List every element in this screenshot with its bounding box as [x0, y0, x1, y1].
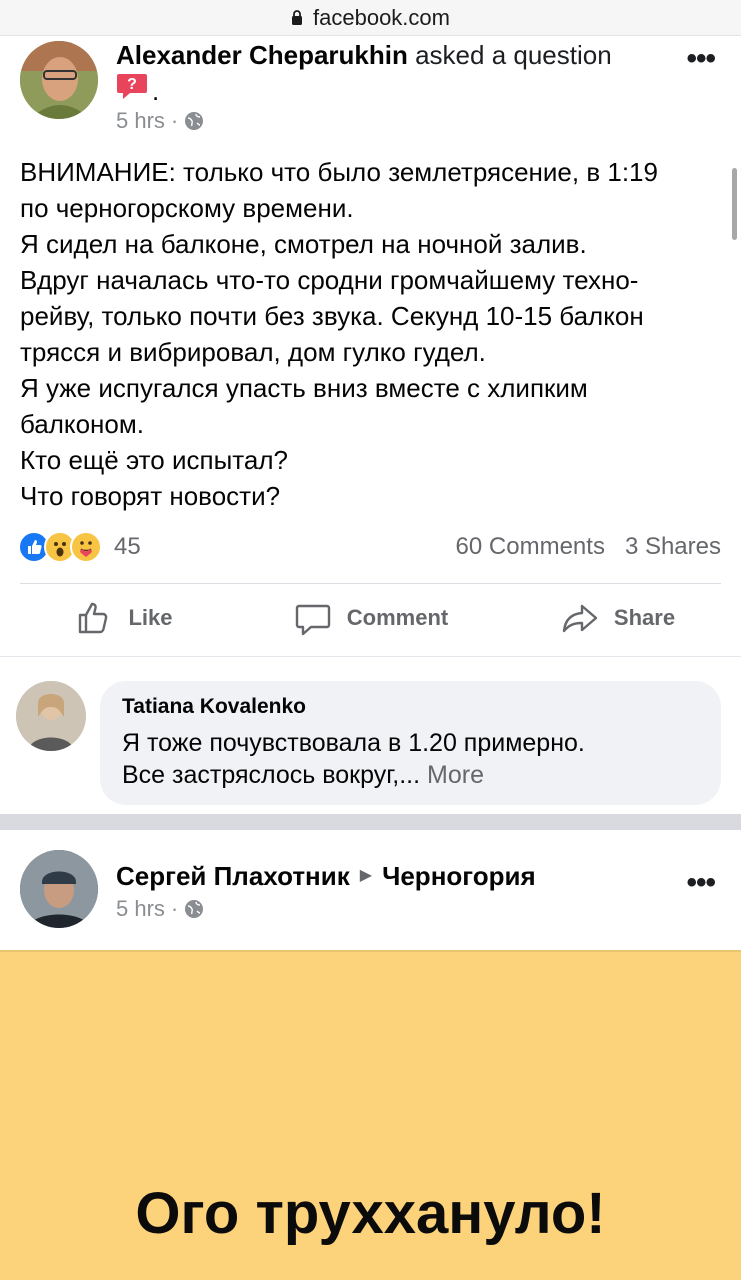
like-label: Like	[128, 605, 173, 630]
author-action: asked a question	[415, 40, 612, 70]
globe-icon	[185, 900, 204, 918]
post-card: Alexander Cheparukhin asked a question ?…	[0, 36, 741, 656]
header-punct: .	[152, 76, 160, 106]
question-icon: ?	[117, 74, 147, 99]
post-text-line: Что говорят новости?	[20, 481, 281, 511]
comment-text: Я тоже почувствовала в 1.20 примерно. Вс…	[122, 727, 699, 791]
more-options-icon[interactable]: •••	[686, 42, 715, 76]
background-post-text: Ого труххануло!	[135, 1181, 606, 1246]
scrollbar[interactable]	[732, 168, 737, 240]
like-button[interactable]: Like	[0, 592, 247, 644]
author-photo	[20, 41, 98, 119]
comment-label: Comment	[346, 605, 449, 630]
comment-icon	[295, 604, 330, 636]
post-text-line: Я сидел на балконе, смотрел на ночной за…	[20, 229, 587, 259]
post-card: Сергей Плахотник ▶ Черногория 5 hrs · ••…	[0, 830, 741, 1280]
post-text-line: ВНИМАНИЕ: только что было землетрясение,…	[20, 157, 658, 187]
share-icon	[562, 604, 598, 633]
divider	[20, 583, 721, 584]
author-name[interactable]: Сергей Плахотник	[116, 860, 350, 892]
post-meta: 5 hrs ·	[116, 896, 204, 922]
comment-button[interactable]: Comment	[247, 592, 494, 644]
care-reaction-icon	[70, 531, 102, 563]
comments-count[interactable]: 60 Comments	[456, 533, 605, 561]
comment-section: Tatiana Kovalenko Я тоже почувствовала в…	[0, 656, 741, 814]
group-name[interactable]: Черногория	[382, 860, 536, 892]
post-text: ВНИМАНИЕ: только что было землетрясение,…	[20, 154, 725, 514]
avatar[interactable]	[20, 850, 98, 928]
post-text-line: рейву, только почти без звука. Секунд 10…	[20, 301, 644, 331]
commenter-photo	[16, 681, 86, 751]
post-time[interactable]: 5 hrs	[116, 896, 165, 922]
feed-separator	[0, 814, 741, 830]
shares-count[interactable]: 3 Shares	[625, 533, 721, 561]
lock-icon	[292, 9, 303, 25]
url-bar[interactable]: facebook.com	[0, 0, 741, 36]
post-time[interactable]: 5 hrs	[116, 108, 165, 134]
commenter-name[interactable]: Tatiana Kovalenko	[122, 693, 699, 721]
svg-text:?: ?	[127, 76, 137, 93]
author-name[interactable]: Alexander Cheparukhin	[116, 40, 408, 70]
reaction-count: 45	[114, 533, 141, 560]
post-actions: Like Comment Share	[0, 592, 741, 644]
avatar[interactable]	[20, 41, 98, 119]
globe-icon	[185, 112, 204, 130]
comment-bubble[interactable]: Tatiana Kovalenko Я тоже почувствовала в…	[100, 681, 721, 805]
text-background-post[interactable]: Ого труххануло!	[0, 950, 741, 1280]
more-options-icon[interactable]: •••	[686, 866, 715, 900]
meta-separator: ·	[170, 108, 179, 133]
post-header: Alexander Cheparukhin asked a question	[116, 39, 612, 71]
share-button[interactable]: Share	[494, 592, 741, 644]
post-header: Сергей Плахотник ▶ Черногория	[116, 860, 536, 892]
meta-separator: ·	[170, 896, 179, 921]
reactions-summary[interactable]: 45	[18, 529, 141, 565]
url-text: facebook.com	[313, 4, 450, 30]
comment-line: Я тоже почувствовала в 1.20 примерно.	[122, 729, 585, 757]
post-text-line: по черногорскому времени.	[20, 193, 354, 223]
author-photo	[20, 850, 98, 928]
share-label: Share	[613, 605, 676, 630]
post-text-line: Кто ещё это испытал?	[20, 445, 288, 475]
post-text-line: Вдруг началась что-то сродни громчайшему…	[20, 265, 639, 295]
post-text-line: Я уже испугался упасть вниз вместе с хли…	[20, 373, 588, 403]
post-text-line: балконом.	[20, 409, 144, 439]
post-stats: 60 Comments 3 Shares	[456, 533, 721, 561]
comment-line: Все застряслось вокруг,...	[122, 761, 421, 789]
comment-line-2: Все застряслось вокруг,... More	[122, 759, 699, 791]
arrow-right-icon: ▶	[359, 867, 373, 884]
post-text-line: трясся и вибрировал, дом гулко гудел.	[20, 337, 486, 367]
comment-avatar[interactable]	[16, 681, 86, 751]
thumbs-up-icon	[79, 602, 108, 634]
post-meta: 5 hrs ·	[116, 108, 204, 134]
see-more-link[interactable]: More	[427, 761, 484, 789]
